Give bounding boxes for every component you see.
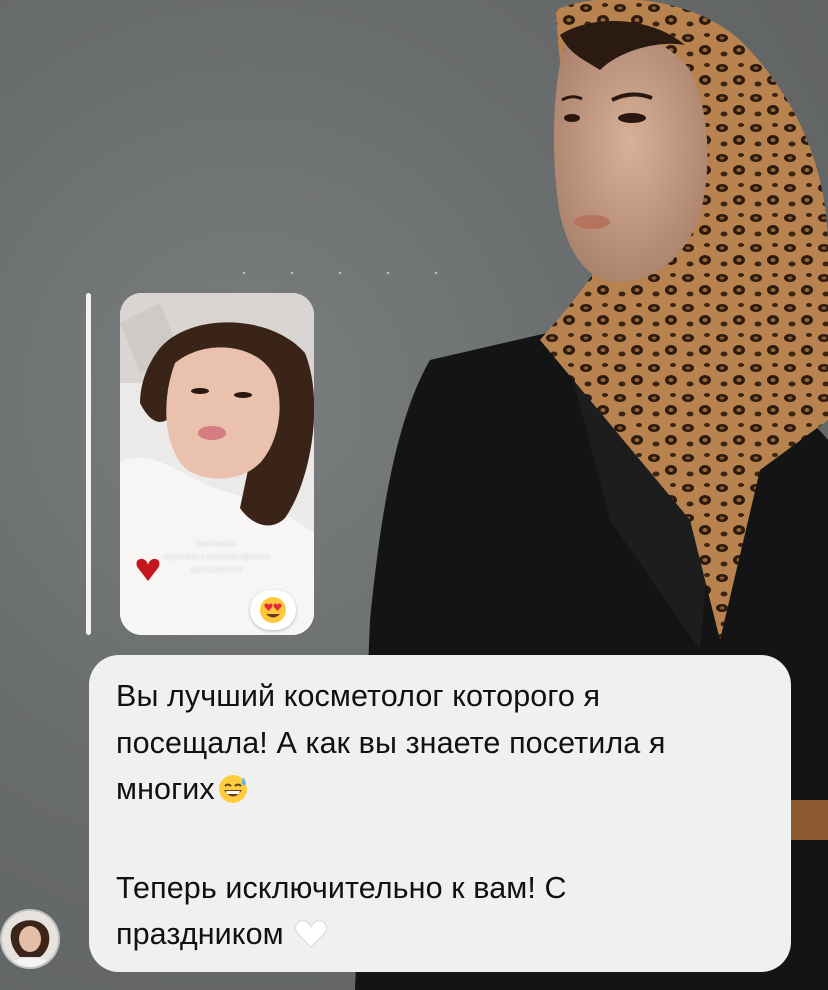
story-caption: Замечание- перейти к услугам другого кос… <box>130 537 304 576</box>
story-caption-line: перейти к услугам другого <box>163 551 271 561</box>
message-line: многих <box>116 766 767 819</box>
story-photo <box>120 293 314 635</box>
story-reaction-badge[interactable] <box>250 590 296 630</box>
decorative-dots <box>220 272 460 274</box>
heart-eyes-emoji-icon <box>260 597 286 623</box>
story-reply-screen: Замечание- перейти к услугам другого кос… <box>0 0 828 990</box>
message-line: Вы лучший косметолог которого я <box>116 679 601 713</box>
message-line: праздником <box>116 911 767 964</box>
message-text: праздником <box>116 917 284 951</box>
grinning-sweat-emoji-icon <box>217 772 249 819</box>
story-caption-line: Замечание- <box>194 538 240 548</box>
sender-avatar[interactable] <box>2 911 58 967</box>
message-line: Теперь исключительно к вам! С <box>116 870 567 905</box>
story-caption-line: косметолога <box>191 564 243 574</box>
reply-indicator-bar <box>86 293 91 635</box>
message-line: посещала! А как вы знаете посетила я <box>116 725 666 760</box>
story-preview-card[interactable]: Замечание- перейти к услугам другого кос… <box>120 293 314 635</box>
white-heart-emoji-icon <box>294 917 328 964</box>
message-bubble[interactable]: Вы лучший косметолог которого я посещала… <box>89 655 791 972</box>
avatar-photo <box>2 911 58 967</box>
message-text: многих <box>116 772 215 806</box>
